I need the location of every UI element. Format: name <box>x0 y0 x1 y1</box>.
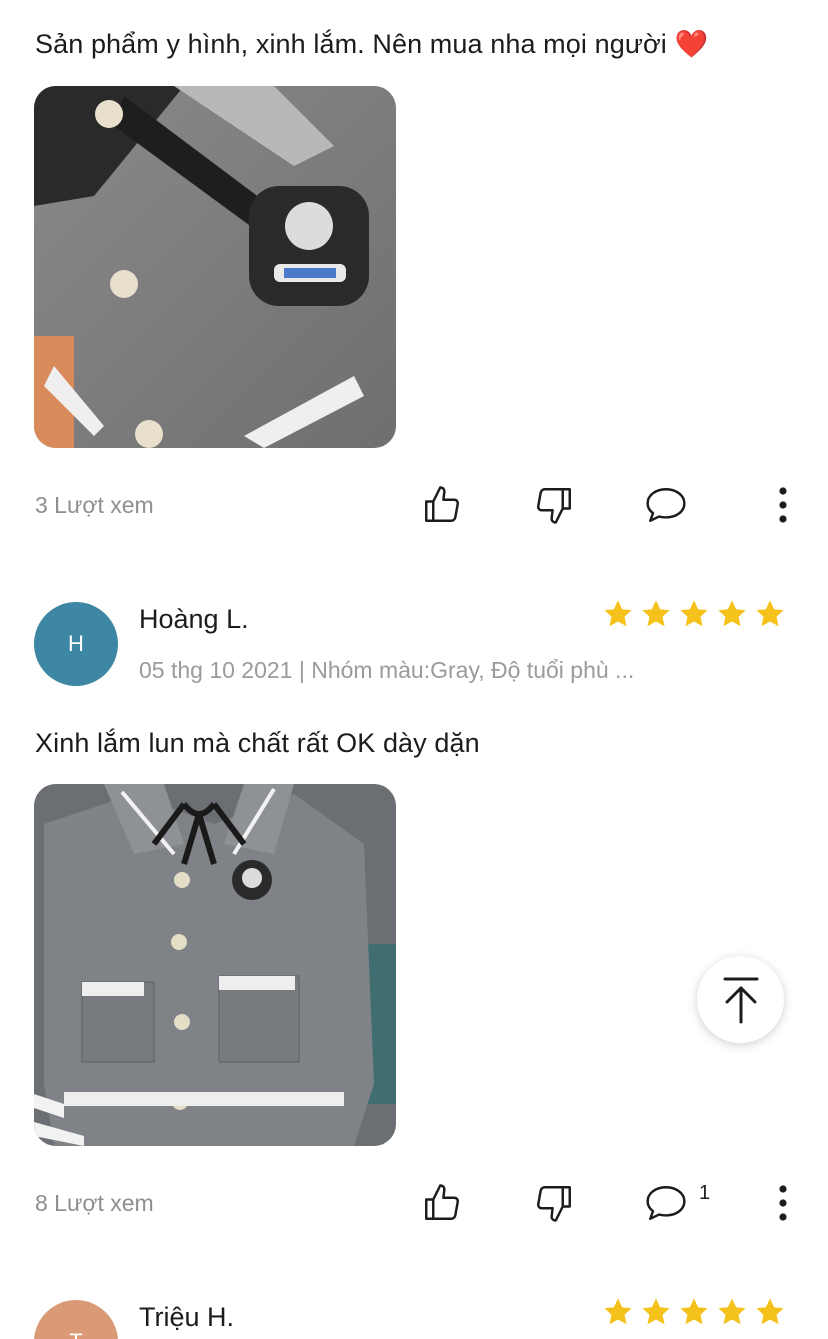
review-photo[interactable] <box>34 86 396 448</box>
like-button[interactable] <box>418 482 466 528</box>
comment-icon <box>646 488 686 522</box>
star-icon <box>678 1296 710 1328</box>
star-icon <box>716 598 748 630</box>
arrow-up-to-top-icon <box>723 977 758 1023</box>
cardigan-photo-full <box>34 784 396 1146</box>
avatar: H <box>34 602 118 686</box>
comment-button[interactable] <box>641 1180 691 1226</box>
star-icon <box>754 598 786 630</box>
more-vertical-icon <box>779 487 787 523</box>
more-vertical-icon <box>779 1185 787 1221</box>
review-text: Xinh lắm lun mà chất rất OK dày dặn <box>35 728 480 758</box>
cardigan-photo-closeup <box>34 86 396 448</box>
star-icon <box>716 1296 748 1328</box>
star-rating <box>602 1296 786 1328</box>
star-icon <box>640 598 672 630</box>
scroll-to-top-button[interactable] <box>697 956 784 1043</box>
like-button[interactable] <box>418 1180 466 1226</box>
star-icon <box>754 1296 786 1328</box>
dislike-button[interactable] <box>530 1180 578 1226</box>
more-options-button[interactable] <box>768 1180 798 1226</box>
review-photo[interactable] <box>34 784 396 1146</box>
star-icon <box>602 598 634 630</box>
star-rating <box>602 598 786 630</box>
star-icon <box>602 1296 634 1328</box>
star-icon <box>678 598 710 630</box>
star-icon <box>640 1296 672 1328</box>
more-options-button[interactable] <box>768 482 798 528</box>
view-count: 3 Lượt xem <box>35 492 154 518</box>
thumbs-down-icon <box>537 1186 571 1222</box>
comment-button[interactable] <box>641 482 691 528</box>
thumbs-down-icon <box>537 488 571 524</box>
comment-count: 1 <box>699 1182 711 1204</box>
review-meta: 05 thg 10 2021 | Nhóm màu:Gray, Độ tuổi … <box>139 657 635 683</box>
thumbs-up-icon <box>425 1184 459 1220</box>
dislike-button[interactable] <box>530 482 578 528</box>
reviewer-name: Hoàng L. <box>139 604 249 634</box>
view-count: 8 Lượt xem <box>35 1190 154 1216</box>
avatar: T <box>34 1300 118 1339</box>
review-text: Sản phẩm y hình, xinh lắm. Nên mua nha m… <box>35 29 709 59</box>
thumbs-up-icon <box>425 486 459 522</box>
comment-icon <box>646 1186 686 1220</box>
reviewer-name: Triệu H. <box>139 1302 235 1332</box>
